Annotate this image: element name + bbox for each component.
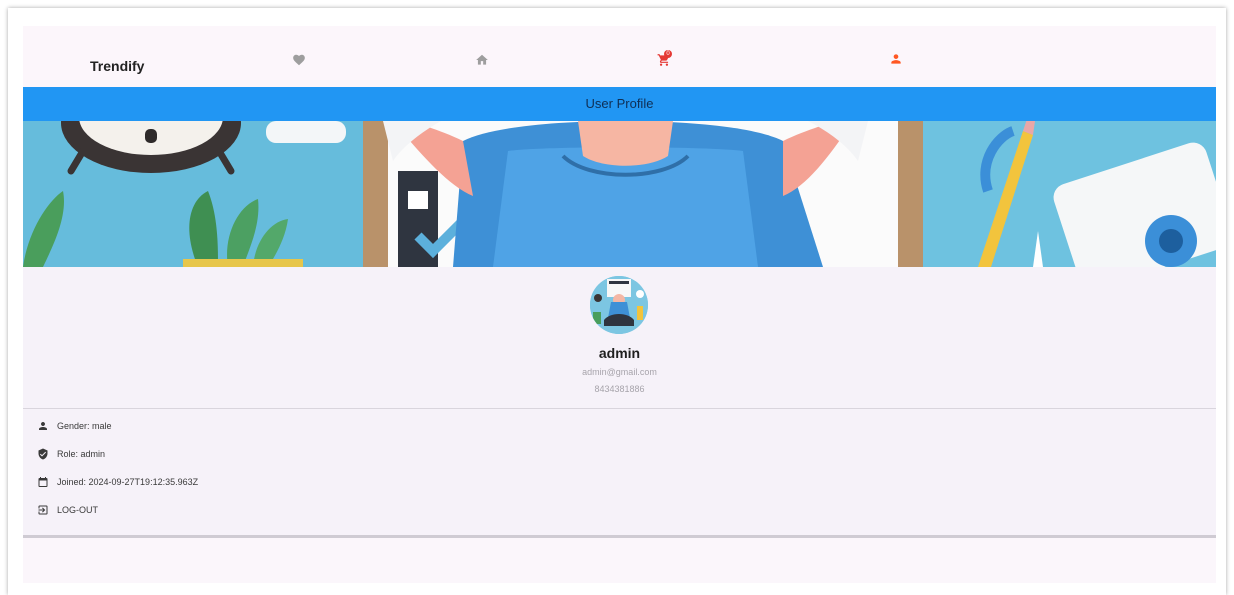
verified-shield-icon bbox=[38, 448, 48, 460]
avatar[interactable] bbox=[590, 276, 648, 334]
top-navbar: Trendify 0 bbox=[23, 26, 1216, 87]
gender-label: Gender: male bbox=[57, 421, 112, 431]
page-title: User Profile bbox=[23, 87, 1216, 121]
joined-row: Joined: 2024-09-27T19:12:35.963Z bbox=[37, 474, 198, 490]
app-root: Trendify 0 User Profile admin admin@gmai… bbox=[23, 26, 1216, 583]
heart-icon bbox=[293, 54, 305, 66]
joined-label: Joined: 2024-09-27T19:12:35.963Z bbox=[57, 477, 199, 487]
home-nav[interactable] bbox=[475, 53, 489, 67]
logout-label[interactable]: LOG-OUT bbox=[57, 505, 98, 515]
profile-nav[interactable] bbox=[889, 52, 903, 66]
profile-section: admin admin@gmail.com 8434381886 bbox=[23, 267, 1216, 408]
profile-phone: 8434381886 bbox=[594, 384, 645, 394]
profile-email: admin@gmail.com bbox=[582, 367, 657, 377]
favorites-nav[interactable] bbox=[292, 53, 306, 67]
role-label: Role: admin bbox=[57, 449, 106, 459]
profile-details-list: Gender: male Role: admin Joined: 2024-09… bbox=[23, 409, 1216, 535]
brand-logo[interactable]: Trendify bbox=[90, 58, 144, 74]
profile-banner-image bbox=[23, 121, 1216, 267]
person-icon bbox=[39, 422, 47, 430]
footer-area bbox=[23, 538, 1216, 583]
logout-button[interactable]: LOG-OUT bbox=[37, 502, 98, 518]
calendar-icon bbox=[38, 477, 48, 487]
role-row: Role: admin bbox=[37, 446, 105, 462]
cart-badge: 0 bbox=[664, 50, 672, 58]
person-icon bbox=[891, 54, 901, 64]
logout-icon bbox=[38, 505, 48, 515]
profile-username: admin bbox=[598, 345, 641, 361]
gender-row: Gender: male bbox=[37, 418, 112, 434]
cart-nav[interactable]: 0 bbox=[657, 50, 672, 67]
home-icon bbox=[476, 54, 488, 65]
